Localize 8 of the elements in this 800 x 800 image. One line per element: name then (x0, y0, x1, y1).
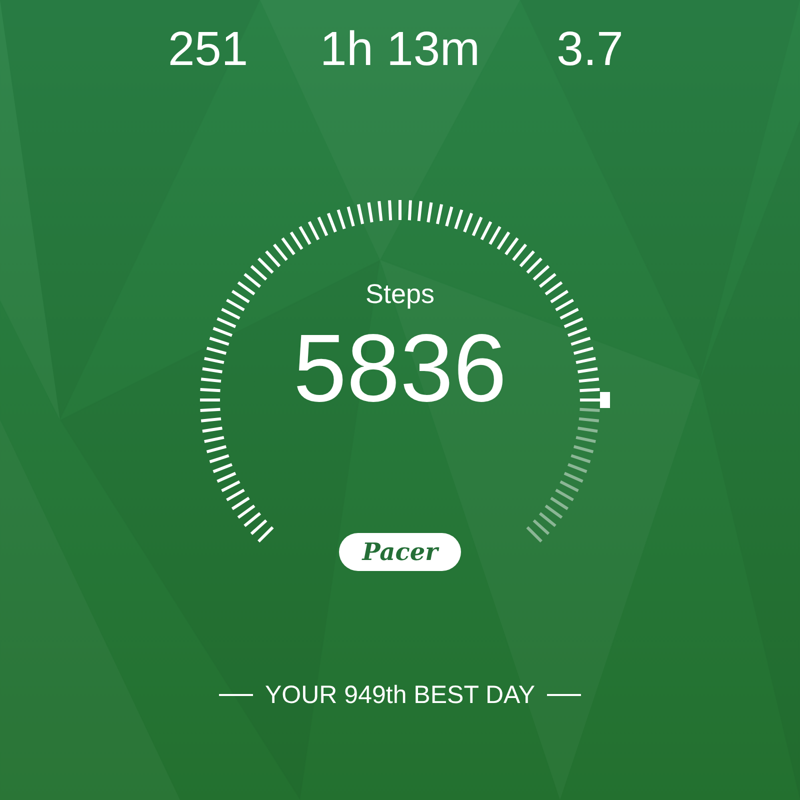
stat-value: 251 (166, 22, 250, 78)
stat-value: 1h 13m (318, 22, 482, 78)
brand-logo: Pacer (339, 533, 461, 571)
gauge-marker (600, 392, 610, 408)
steps-count: 5836 (293, 316, 507, 422)
stat-value: 3.7 (556, 22, 624, 78)
steps-label: Steps (365, 278, 435, 310)
best-day-text: YOUR 949th BEST DAY (264, 680, 536, 710)
